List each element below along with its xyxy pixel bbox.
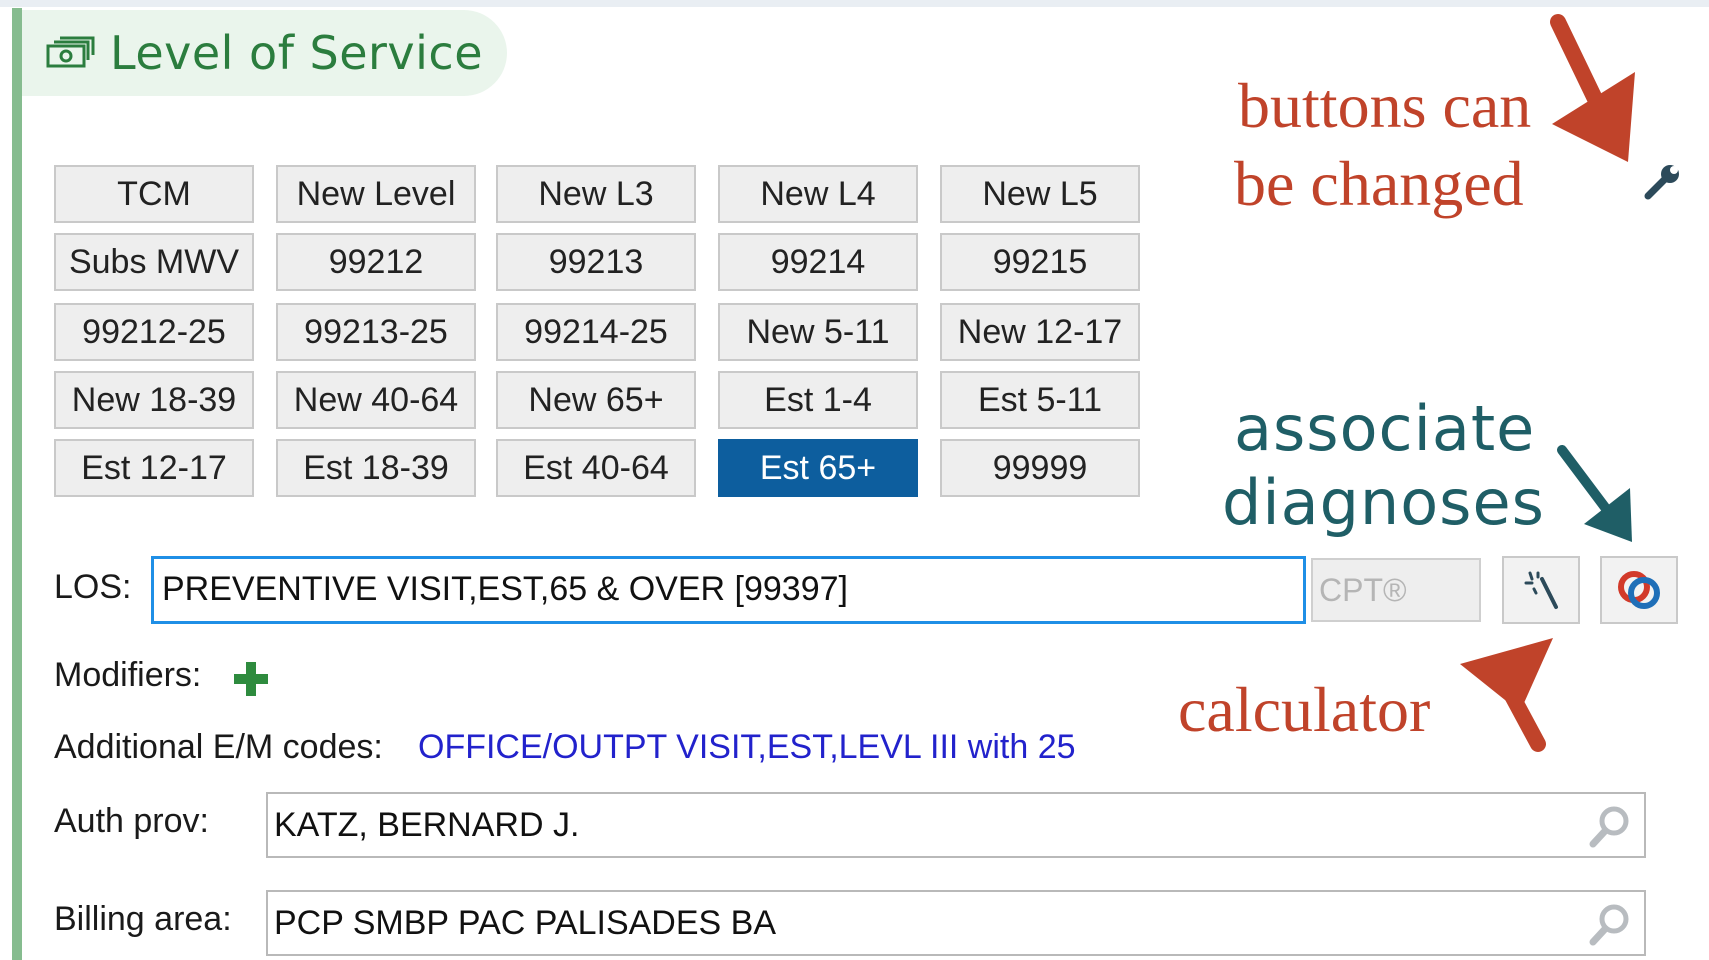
- los-button[interactable]: New 40-64: [276, 371, 476, 429]
- los-button[interactable]: Est 18-39: [276, 439, 476, 497]
- annotation-buttons-changed-line1: buttons can: [1238, 70, 1532, 141]
- arrow-red-icon: [1460, 638, 1553, 752]
- associate-diagnoses-button[interactable]: [1600, 556, 1678, 624]
- los-button[interactable]: New L3: [496, 165, 696, 223]
- los-button[interactable]: 99214: [718, 233, 918, 291]
- add-modifier-icon[interactable]: [232, 660, 270, 698]
- cpt-input[interactable]: CPT®: [1311, 558, 1481, 622]
- los-input[interactable]: PREVENTIVE VISIT,EST,65 & OVER [99397]: [151, 556, 1306, 624]
- modifiers-label: Modifiers:: [54, 656, 202, 694]
- los-button[interactable]: Est 40-64: [496, 439, 696, 497]
- los-label: LOS:: [54, 568, 132, 606]
- top-rule: [0, 0, 1709, 7]
- magic-wand-icon: [1524, 571, 1558, 609]
- los-button[interactable]: New 5-11: [718, 303, 918, 361]
- section-title: Level of Service: [110, 26, 484, 80]
- los-button[interactable]: 99999: [940, 439, 1140, 497]
- los-button[interactable]: New L5: [940, 165, 1140, 223]
- los-button[interactable]: 99213-25: [276, 303, 476, 361]
- link-icon: [1618, 571, 1660, 609]
- los-button[interactable]: New 12-17: [940, 303, 1140, 361]
- los-button[interactable]: Est 1-4: [718, 371, 918, 429]
- billing-area-label: Billing area:: [54, 900, 232, 938]
- los-button[interactable]: TCM: [54, 165, 254, 223]
- annotation-buttons-changed-line2: be changed: [1234, 148, 1524, 219]
- additional-em-link[interactable]: OFFICE/OUTPT VISIT,EST,LEVL III with 25: [418, 728, 1076, 767]
- los-button[interactable]: New 65+: [496, 371, 696, 429]
- los-button[interactable]: 99212: [276, 233, 476, 291]
- los-button[interactable]: Est 12-17: [54, 439, 254, 497]
- money-icon: [46, 36, 95, 68]
- annotation-calculator: calculator: [1178, 674, 1431, 745]
- additional-em-label: Additional E/M codes:: [54, 728, 383, 766]
- calculator-button[interactable]: [1502, 556, 1580, 624]
- auth-prov-label: Auth prov:: [54, 802, 209, 840]
- auth-prov-value: KATZ, BERNARD J.: [274, 806, 580, 844]
- arrow-red-icon: [1550, 14, 1635, 162]
- annotation-associate-line1: associate: [1234, 392, 1536, 465]
- wrench-icon[interactable]: [1642, 160, 1684, 202]
- billing-area-value: PCP SMBP PAC PALISADES BA: [274, 904, 777, 942]
- los-button[interactable]: New L4: [718, 165, 918, 223]
- section-rail: [12, 8, 22, 960]
- los-button[interactable]: 99215: [940, 233, 1140, 291]
- los-button[interactable]: Subs MWV: [54, 233, 254, 291]
- billing-area-input[interactable]: PCP SMBP PAC PALISADES BA: [266, 890, 1646, 956]
- arrow-teal-icon: [1557, 445, 1632, 542]
- search-icon[interactable]: [1588, 902, 1632, 946]
- los-button[interactable]: New 18-39: [54, 371, 254, 429]
- los-button[interactable]: New Level: [276, 165, 476, 223]
- los-button[interactable]: Est 5-11: [940, 371, 1140, 429]
- auth-prov-input[interactable]: KATZ, BERNARD J.: [266, 792, 1646, 858]
- annotation-associate-line2: diagnoses: [1222, 466, 1545, 539]
- search-icon[interactable]: [1588, 804, 1632, 848]
- section-header: Level of Service: [22, 10, 507, 96]
- los-button[interactable]: Est 65+: [718, 439, 918, 497]
- los-button[interactable]: 99214-25: [496, 303, 696, 361]
- los-button[interactable]: 99213: [496, 233, 696, 291]
- los-button[interactable]: 99212-25: [54, 303, 254, 361]
